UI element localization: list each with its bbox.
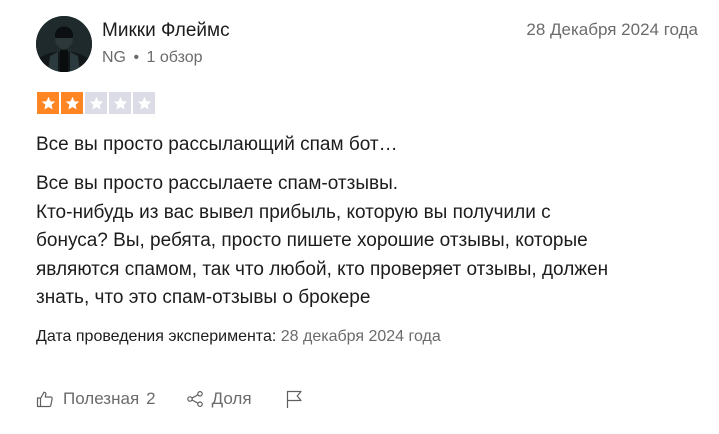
meta-separator: • — [133, 49, 140, 66]
useful-button[interactable]: Полезная 2 — [36, 389, 156, 409]
share-button[interactable]: Доля — [186, 389, 252, 409]
share-icon — [186, 390, 203, 408]
star-rating — [37, 92, 155, 114]
reviewer-meta: NG • 1 обзор — [102, 49, 203, 67]
experience-date-value: 28 декабря 2024 года — [280, 328, 441, 345]
user-avatar-photo — [36, 16, 92, 72]
review-body-line: Кто-нибудь из вас вывел прибыль, которую… — [36, 201, 551, 223]
reviewer-country: NG — [102, 49, 126, 66]
review-body-line: бонуса? Вы, ребята, просто пишете хороши… — [36, 230, 588, 251]
report-button[interactable] — [284, 389, 304, 409]
star-filled-icon — [61, 92, 83, 114]
review-body-line: Все вы просто рассылаете спам-отзывы. — [36, 173, 399, 194]
star-empty-icon — [109, 92, 131, 114]
review-date: 28 Декабря 2024 года — [526, 20, 698, 39]
review-body-line: знать, что это спам-отзывы о брокере — [36, 287, 371, 308]
flag-icon — [286, 390, 302, 408]
review-body: Все вы просто рассылаете спам-отзывы. Кт… — [36, 170, 686, 313]
star-filled-icon — [37, 92, 59, 114]
useful-label: Полезная — [63, 389, 140, 408]
reviewer-name[interactable]: Микки Флеймс — [102, 20, 230, 42]
review-body-line: являются спамом, так что любой, кто пров… — [36, 258, 609, 280]
share-label: Доля — [211, 389, 252, 408]
review-actions: Полезная 2 Доля — [36, 389, 304, 409]
reviewer-review-count: 1 обзор — [146, 49, 203, 66]
thumbs-up-icon — [36, 391, 53, 408]
useful-count: 2 — [146, 389, 156, 408]
review-title[interactable]: Все вы просто рассылающий спам бот… — [36, 134, 398, 156]
star-empty-icon — [133, 92, 155, 114]
avatar[interactable] — [36, 16, 92, 72]
experience-date-row: Дата проведения эксперимента: 28 декабря… — [36, 328, 441, 346]
experience-date-label: Дата проведения эксперимента: — [36, 328, 277, 345]
star-empty-icon — [85, 92, 107, 114]
